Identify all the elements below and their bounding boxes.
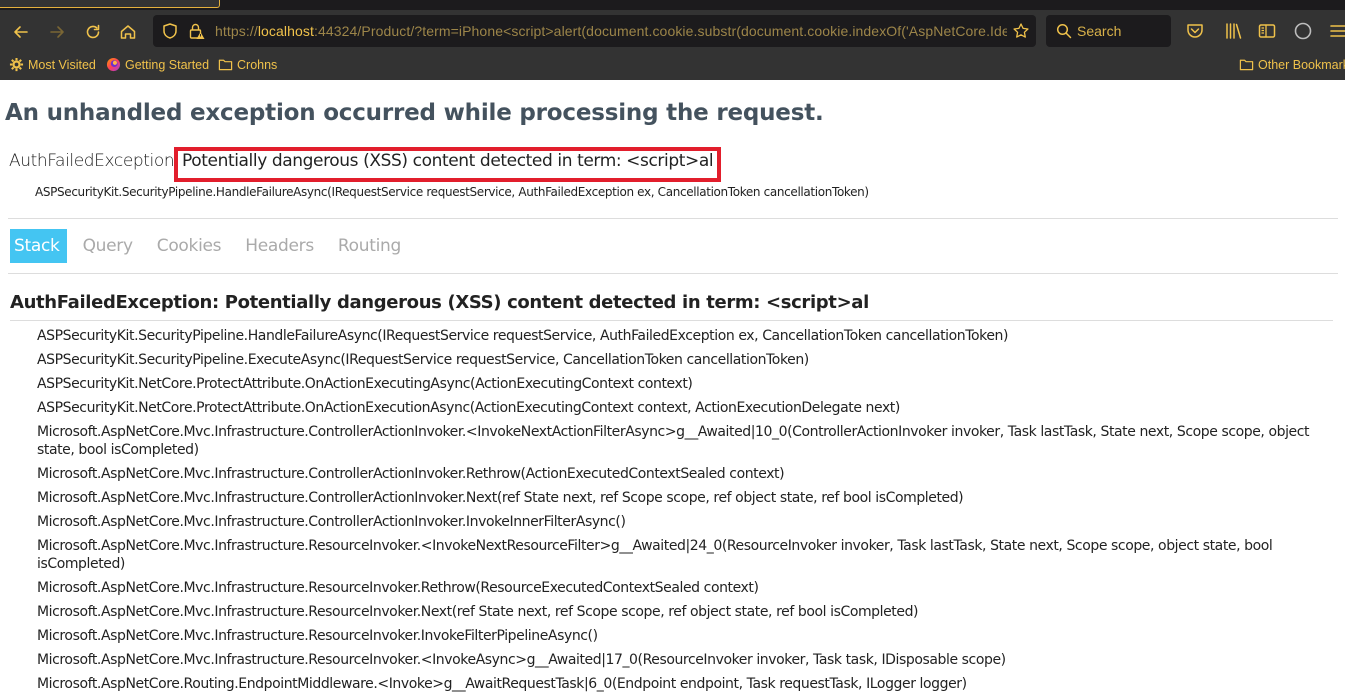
tab-query[interactable]: Query bbox=[75, 229, 141, 263]
exception-message: Potentially dangerous (XSS) content dete… bbox=[182, 151, 714, 171]
url-path: :44324/Product/?term=iPhone<script>alert… bbox=[313, 23, 1007, 39]
search-box[interactable]: Search bbox=[1046, 15, 1171, 47]
tab-routing[interactable]: Routing bbox=[330, 229, 409, 263]
folder-icon bbox=[1239, 59, 1254, 71]
stack-frame[interactable]: ASPSecurityKit.SecurityPipeline.ExecuteA… bbox=[37, 348, 1337, 372]
bookmark-label: Most Visited bbox=[28, 57, 96, 72]
stack-frame[interactable]: Microsoft.AspNetCore.Routing.EndpointMid… bbox=[37, 672, 1337, 693]
url-host: localhost bbox=[257, 23, 314, 39]
browser-tab-active[interactable] bbox=[0, 0, 220, 8]
bookmarks-bar: Most Visited Getting Started Crohns Othe… bbox=[0, 52, 1345, 80]
library-icon[interactable] bbox=[1222, 20, 1244, 42]
url-text[interactable]: https://localhost:44324/Product/?term=iP… bbox=[215, 23, 1007, 41]
reload-button[interactable] bbox=[79, 18, 107, 46]
pocket-icon[interactable] bbox=[1184, 20, 1206, 42]
divider bbox=[8, 218, 1338, 219]
exception-location: ASPSecurityKit.SecurityPipeline.HandleFa… bbox=[35, 185, 869, 199]
stack-frame[interactable]: Microsoft.AspNetCore.Mvc.Infrastructure.… bbox=[37, 576, 1337, 600]
account-icon[interactable] bbox=[1292, 20, 1314, 42]
stack-frame[interactable]: Microsoft.AspNetCore.Mvc.Infrastructure.… bbox=[37, 624, 1337, 648]
bookmark-most-visited[interactable]: Most Visited bbox=[9, 57, 96, 72]
bookmark-label: Getting Started bbox=[125, 57, 210, 72]
gear-icon bbox=[9, 57, 24, 72]
tab-strip bbox=[0, 0, 1345, 10]
other-bookmarks[interactable]: Other Bookmarks bbox=[1239, 57, 1345, 72]
bookmark-star-icon[interactable] bbox=[1012, 22, 1030, 40]
tab-headers[interactable]: Headers bbox=[237, 229, 322, 263]
stack-frame[interactable]: Microsoft.AspNetCore.Mvc.Infrastructure.… bbox=[37, 510, 1337, 534]
stack-frame[interactable]: Microsoft.AspNetCore.Mvc.Infrastructure.… bbox=[37, 462, 1337, 486]
stack-frame[interactable]: ASPSecurityKit.NetCore.ProtectAttribute.… bbox=[37, 396, 1337, 420]
url-bar[interactable]: https://localhost:44324/Product/?term=iP… bbox=[153, 15, 1036, 47]
bookmark-crohns[interactable]: Crohns bbox=[218, 57, 277, 72]
home-icon bbox=[120, 25, 136, 39]
stack-frames: ASPSecurityKit.SecurityPipeline.HandleFa… bbox=[37, 324, 1337, 693]
tab-cookies[interactable]: Cookies bbox=[149, 229, 229, 263]
firefox-icon bbox=[106, 57, 121, 72]
search-icon bbox=[1056, 23, 1072, 39]
divider bbox=[8, 273, 1338, 274]
back-button[interactable] bbox=[7, 18, 35, 46]
error-page: An unhandled exception occurred while pr… bbox=[0, 80, 1345, 693]
divider bbox=[10, 320, 1333, 321]
exception-type-text: AuthFailedException: bbox=[9, 151, 180, 171]
browser-chrome: https://localhost:44324/Product/?term=iP… bbox=[0, 0, 1345, 80]
stack-frame[interactable]: Microsoft.AspNetCore.Mvc.Infrastructure.… bbox=[37, 534, 1337, 576]
arrow-right-icon bbox=[50, 26, 64, 38]
bookmark-label: Crohns bbox=[237, 57, 278, 72]
stack-title: AuthFailedException: Potentially dangero… bbox=[10, 292, 869, 313]
stack-frame[interactable]: Microsoft.AspNetCore.Mvc.Infrastructure.… bbox=[37, 648, 1337, 672]
folder-icon bbox=[218, 59, 233, 71]
url-scheme: https:// bbox=[215, 23, 258, 39]
home-button[interactable] bbox=[114, 18, 142, 46]
stack-frame[interactable]: ASPSecurityKit.NetCore.ProtectAttribute.… bbox=[37, 372, 1337, 396]
stack-frame[interactable]: Microsoft.AspNetCore.Mvc.Infrastructure.… bbox=[37, 600, 1337, 624]
forward-button[interactable] bbox=[43, 18, 71, 46]
tracking-shield-icon[interactable] bbox=[161, 22, 179, 40]
arrow-left-icon bbox=[14, 26, 28, 38]
details-tabs: Stack Query Cookies Headers Routing bbox=[10, 229, 417, 263]
page-title: An unhandled exception occurred while pr… bbox=[5, 100, 824, 126]
stack-frame[interactable]: Microsoft.AspNetCore.Mvc.Infrastructure.… bbox=[37, 486, 1337, 510]
other-bookmarks-label: Other Bookmarks bbox=[1258, 57, 1345, 72]
search-placeholder: Search bbox=[1077, 23, 1122, 39]
tab-stack[interactable]: Stack bbox=[10, 229, 67, 263]
exception-type: AuthFailedException: bbox=[9, 151, 180, 171]
menu-icon[interactable] bbox=[1328, 20, 1345, 42]
sidebar-icon[interactable] bbox=[1256, 20, 1278, 42]
stack-frame[interactable]: ASPSecurityKit.SecurityPipeline.HandleFa… bbox=[37, 324, 1337, 348]
stack-frame[interactable]: Microsoft.AspNetCore.Mvc.Infrastructure.… bbox=[37, 420, 1337, 462]
bookmark-getting-started[interactable]: Getting Started bbox=[106, 57, 209, 72]
insecure-lock-icon[interactable] bbox=[188, 22, 206, 40]
reload-icon bbox=[86, 24, 100, 39]
